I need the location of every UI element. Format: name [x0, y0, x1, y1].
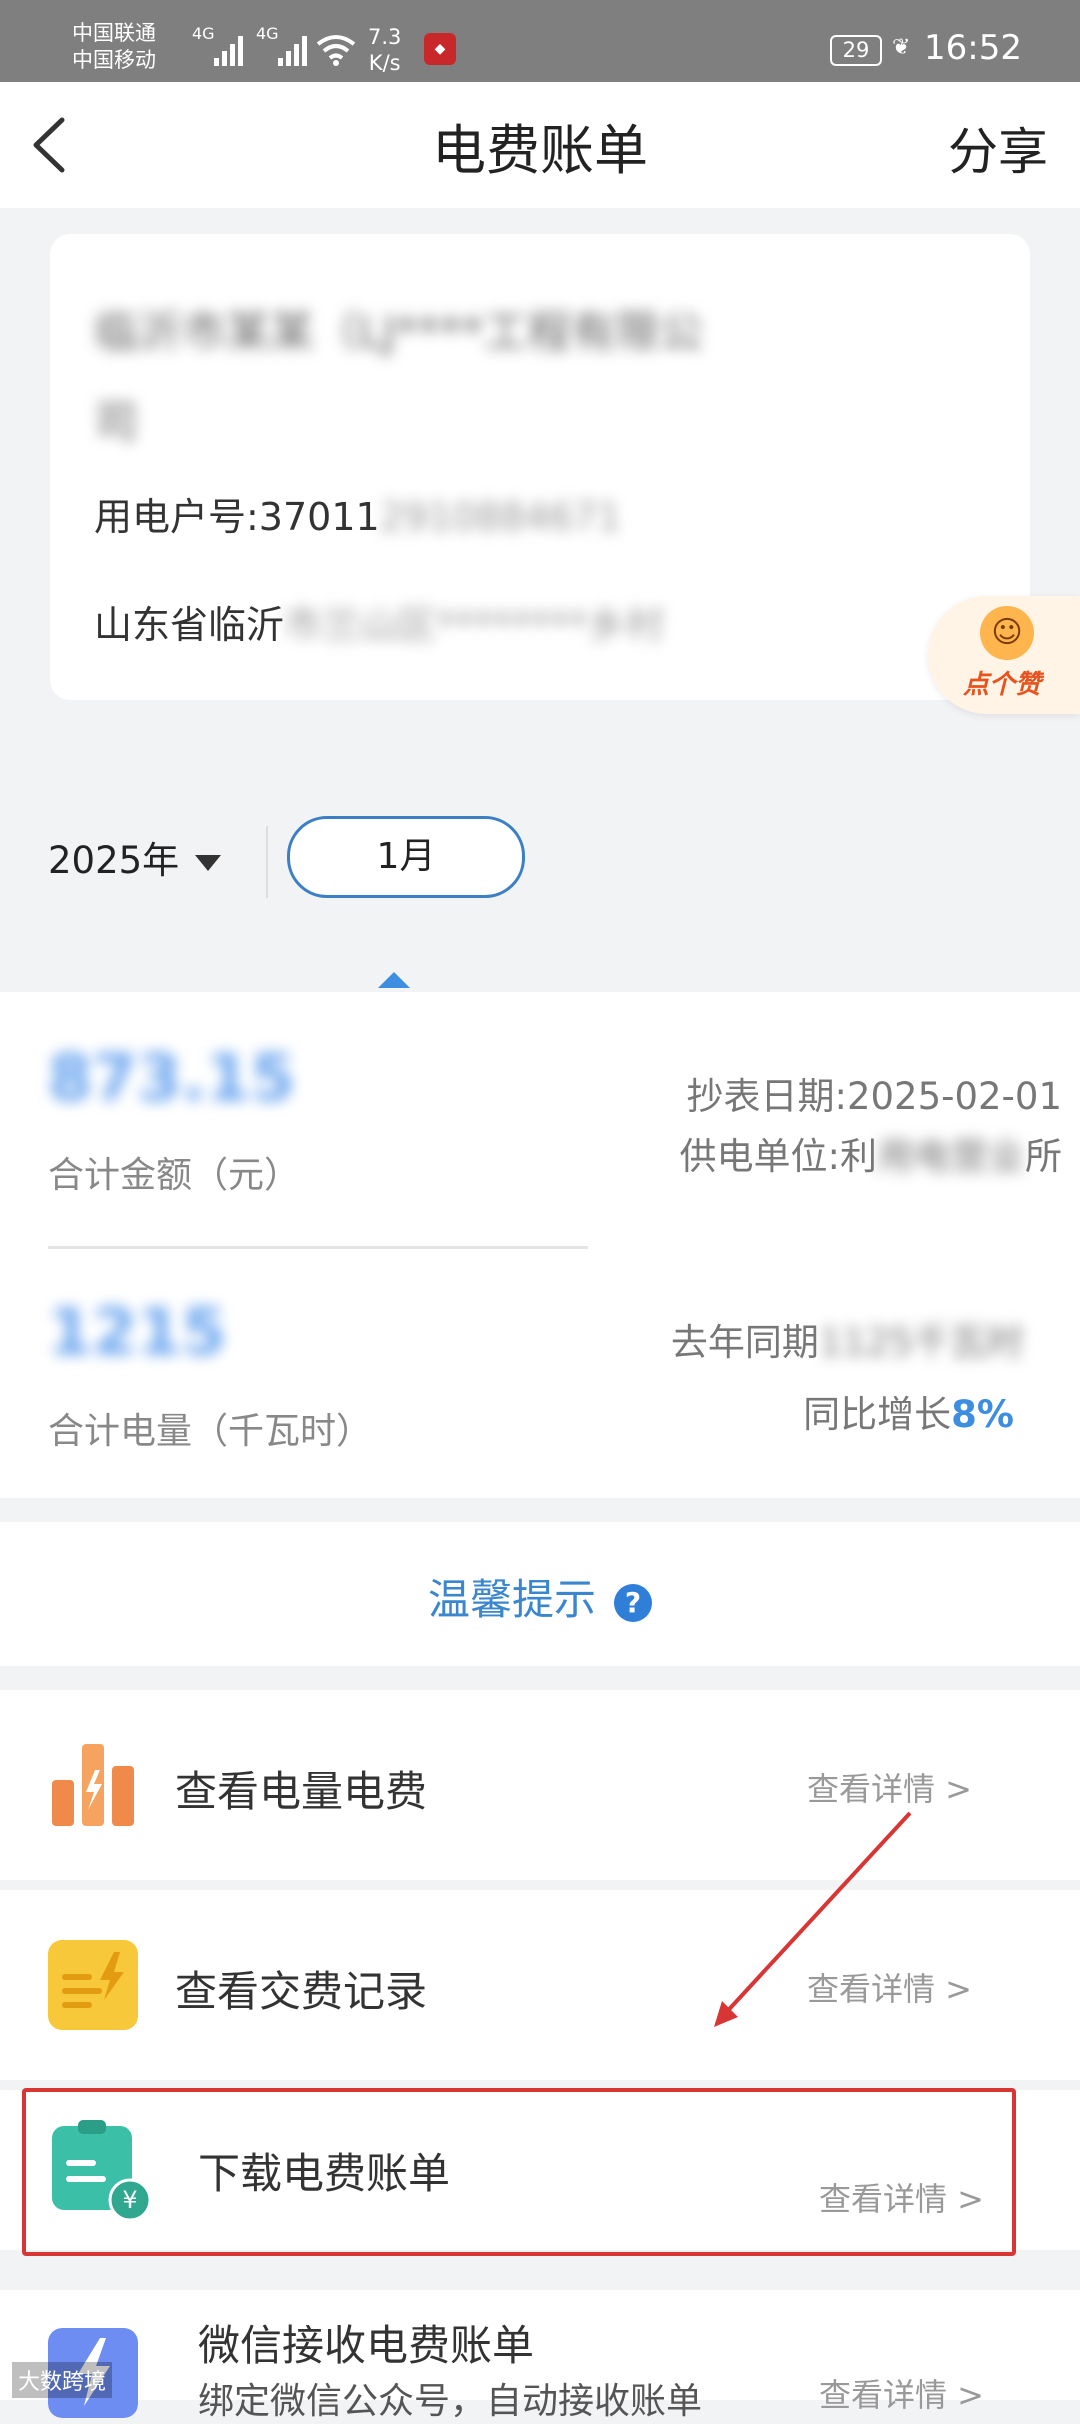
supplier-prefix: 供电单位:利 — [679, 1135, 877, 1178]
menu-label: 查看电量电费 — [175, 1767, 428, 1816]
menu-sublabel: 绑定微信公众号，自动接收账单 — [198, 2381, 703, 2422]
signal-1-label: 4G — [192, 24, 215, 43]
nav-bar: 电费账单 分享 — [0, 82, 1080, 208]
wifi-icon — [316, 35, 356, 66]
tips-row: 温馨提示? — [0, 1566, 1080, 1627]
question-icon[interactable]: ? — [614, 1583, 652, 1622]
yoy-label: 同比增长 — [803, 1393, 952, 1436]
last-year-hidden: 1125千瓦时 — [818, 1321, 1024, 1364]
last-year-usage: 去年同期1125千瓦时 — [671, 1312, 1024, 1366]
total-amount-value: 873.15 — [48, 1042, 295, 1116]
network-speed: 7.3 K/s — [368, 24, 401, 76]
annotation-arrow-icon — [714, 1811, 912, 2027]
watermark: 大数跨境 — [12, 2362, 113, 2398]
view-details-link[interactable]: 查看详情 > — [807, 1764, 972, 1810]
tips-section[interactable]: 温馨提示? — [0, 1522, 1080, 1666]
speed-value: 7.3 — [368, 25, 402, 49]
bar-chart-icon — [52, 1744, 134, 1826]
carrier-2: 中国移动 — [72, 48, 156, 72]
account-name: 临沂市某某（LJ****工程有限公 司 — [94, 288, 814, 468]
share-button[interactable]: 分享 — [948, 112, 1048, 184]
account-name-line1: 临沂市某某（LJ****工程有限公 — [94, 307, 704, 358]
speed-unit: K/s — [368, 51, 401, 75]
year-dropdown[interactable]: 2025年 — [48, 830, 222, 884]
account-address-visible: 山东省临沂 — [94, 603, 285, 647]
app-notification-icon: ◆ — [424, 33, 456, 65]
divider — [266, 826, 268, 898]
account-name-line2: 司 — [94, 397, 138, 448]
signal-2-label: 4G — [256, 24, 279, 43]
menu-label: 查看交费记录 — [175, 1967, 428, 2016]
caret-up-icon — [378, 972, 410, 988]
total-amount-caption: 合计金额（元） — [48, 1155, 301, 1196]
tips-label: 温馨提示 — [427, 1575, 596, 1624]
yoy-value: 8% — [951, 1393, 1014, 1436]
like-button[interactable]: ☺ 点个赞 — [928, 596, 1080, 714]
page-title: 电费账单 — [432, 119, 648, 182]
view-details-link[interactable]: 查看详情 > — [819, 2370, 984, 2416]
status-bar: 中国联通 中国移动 4G 4G 7.3 K/s ◆ 29 ❦ 16:52 — [0, 0, 1080, 82]
supplier-suffix: 所 — [1025, 1135, 1062, 1178]
back-arrow-icon[interactable] — [22, 112, 82, 178]
account-number: 用电户号:370112910884671 — [94, 486, 621, 541]
yoy-growth: 同比增长8% — [803, 1384, 1014, 1438]
smile-face-icon: ☺ — [980, 606, 1034, 660]
total-usage-value: 1215 — [48, 1296, 227, 1370]
supplier-hidden: 用电营业 — [877, 1135, 1025, 1178]
eco-leaf-icon: ❦ — [892, 35, 911, 60]
account-address-hidden: 市兰山区********乡村 — [284, 603, 665, 647]
signal-icon — [214, 36, 243, 66]
supplier: 供电单位:利用电营业所 — [680, 1126, 1062, 1180]
account-card: 临沂市某某（LJ****工程有限公 司 用电户号:370112910884671… — [50, 234, 1030, 700]
period-selector: 2025年 1月 — [0, 766, 1080, 988]
year-label: 2025年 — [48, 839, 180, 882]
total-usage-caption: 合计电量（千瓦时） — [48, 1411, 373, 1452]
battery-level: 29 — [842, 38, 870, 62]
last-year-prefix: 去年同期 — [670, 1321, 819, 1364]
divider — [48, 1246, 588, 1249]
account-address: 山东省临沂市兰山区********乡村 — [94, 594, 664, 649]
signal-icon — [278, 36, 307, 66]
month-tab[interactable]: 1月 — [287, 816, 525, 898]
like-label: 点个赞 — [963, 670, 1042, 700]
menu-item-wechat-bill[interactable]: 微信接收电费账单 绑定微信公众号，自动接收账单 查看详情 > — [0, 2290, 1080, 2422]
payment-record-icon — [48, 1940, 138, 2030]
battery-icon: 29 — [830, 35, 882, 66]
clock: 16:52 — [924, 28, 1022, 68]
highlight-box — [22, 2088, 1016, 2256]
menu-label: 微信接收电费账单 — [198, 2321, 535, 2370]
bill-summary: 873.15 合计金额（元） 抄表日期:2025-02-01 供电单位:利用电营… — [0, 992, 1080, 1498]
account-number-label: 用电户号:37011 — [94, 495, 380, 539]
carrier-info: 中国联通 中国移动 — [72, 20, 156, 74]
account-number-hidden: 2910884671 — [379, 495, 622, 539]
meter-date: 抄表日期:2025-02-01 — [686, 1075, 1063, 1118]
dropdown-triangle-icon — [195, 854, 222, 871]
carrier-1: 中国联通 — [72, 21, 156, 45]
